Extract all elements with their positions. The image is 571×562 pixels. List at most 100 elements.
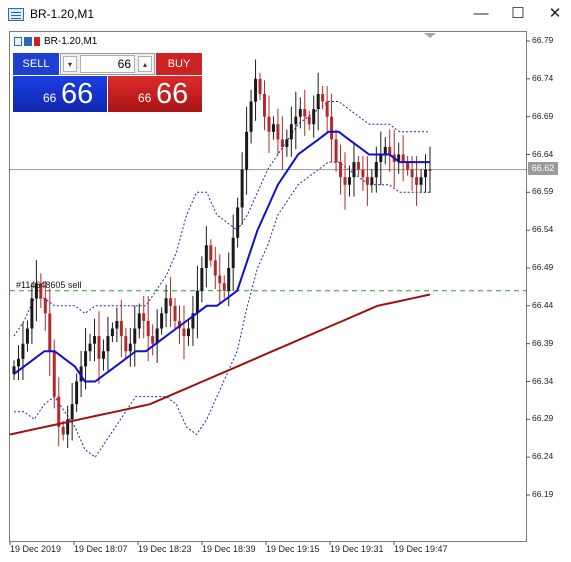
candle-body [339,162,343,178]
candle-body [374,162,378,178]
candle-body [57,396,61,427]
chart-shift-marker-icon [424,33,436,38]
lot-decrease-button[interactable]: ▾ [63,56,77,72]
candle-body [97,336,101,359]
buy-button[interactable]: BUY [156,53,202,75]
candle-body [236,207,240,238]
candle-body [294,116,298,125]
candle-body [262,93,266,117]
candle-body [365,177,369,185]
candle-body [137,313,141,329]
chart-symbol-text: BR-1.20,M1 [44,36,98,47]
time-tick-label: 19 Dec 19:15 [266,544,320,554]
candle-body [343,177,347,185]
buy-price-big: 66 [156,78,189,110]
axis-ticks [9,40,530,545]
candle-body [415,177,419,185]
lot-increase-button[interactable]: ▴ [138,56,152,72]
candle-body [276,124,280,140]
price-tick-label: 66.64 [532,148,554,159]
candle-body [61,426,65,435]
candle-body [280,139,284,147]
candle-body [222,283,226,291]
candle-body [75,381,79,405]
price-tick-label: 66.34 [532,375,554,386]
time-tick-label: 19 Dec 18:23 [138,544,192,554]
candle-body [370,177,374,185]
candle-body [93,336,97,344]
candle-body [43,298,47,314]
candle-body [347,177,351,185]
candles [12,59,432,449]
time-tick-label: 19 Dec 19:47 [394,544,448,554]
buy-price-small: 66 [138,91,152,105]
order-label[interactable]: #114648605 sell [16,280,81,290]
candle-body [406,162,410,170]
candle-body [227,268,231,291]
candle-body [110,328,114,337]
candle-body [316,93,320,110]
candle-body [330,116,334,140]
candle-body [361,169,365,178]
candle-body [115,320,119,329]
time-tick-label: 19 Dec 19:31 [330,544,384,554]
price-tick-label: 66.24 [532,451,554,462]
chart-type-icon [14,37,22,46]
time-tick-label: 19 Dec 18:39 [202,544,256,554]
candle-body [271,124,275,132]
candle-body [151,336,155,344]
price-tick-label: 66.79 [532,35,554,45]
price-tick-label: 66.19 [532,489,554,499]
candle-body [195,290,199,314]
sell-price-big: 66 [61,78,94,110]
candle-body [164,298,168,314]
candle-body [325,101,329,117]
candle-body [30,298,34,329]
candle-body [289,124,293,140]
time-tick-label: 19 Dec 2019 [10,544,62,554]
sell-button[interactable]: SELL [13,53,59,75]
candle-body [119,320,123,337]
price-tick-label: 66.74 [532,72,554,83]
lot-size-input[interactable] [80,55,135,73]
candle-body [200,268,204,291]
candle-body [204,245,208,268]
candle-body [267,116,271,132]
candle-body [101,351,105,359]
price-tick-label: 66.59 [532,186,554,197]
price-tick-label: 66.44 [532,299,554,310]
candle-body [209,245,213,261]
candle-body [106,336,110,352]
candle-body [16,358,20,367]
candle-body [173,305,177,321]
candle-body [128,343,132,352]
sell-price-button[interactable]: 66 66 [13,76,107,112]
candle-body [146,320,150,337]
current-price-tag: 66.62 [528,162,558,175]
candle-body [21,343,25,359]
time-tick-label: 19 Dec 18:07 [74,544,128,554]
candle-body [88,343,92,352]
candle-body [303,109,307,117]
buy-price-button[interactable]: 66 66 [108,76,202,112]
price-tick-label: 66.39 [532,337,554,348]
trading-icon [24,37,32,46]
price-tick-label: 66.54 [532,224,554,235]
candle-body [160,313,164,329]
one-click-trading-panel: SELL ▾ ▴ BUY 66 66 66 66 [13,53,202,112]
candle-body [383,146,387,155]
candle-body [182,328,186,337]
candle-body [298,109,302,117]
candle-body [240,169,244,208]
candle-body [169,298,173,306]
one-click-icon [34,37,40,46]
candle-body [428,169,432,171]
candle-body [48,313,52,352]
candle-body [249,101,253,132]
candle-body [352,162,356,178]
candle-body [133,328,137,344]
price-tick-label: 66.29 [532,413,554,424]
candle-body [356,162,360,170]
candle-body [25,328,29,344]
candle-body [218,275,222,284]
